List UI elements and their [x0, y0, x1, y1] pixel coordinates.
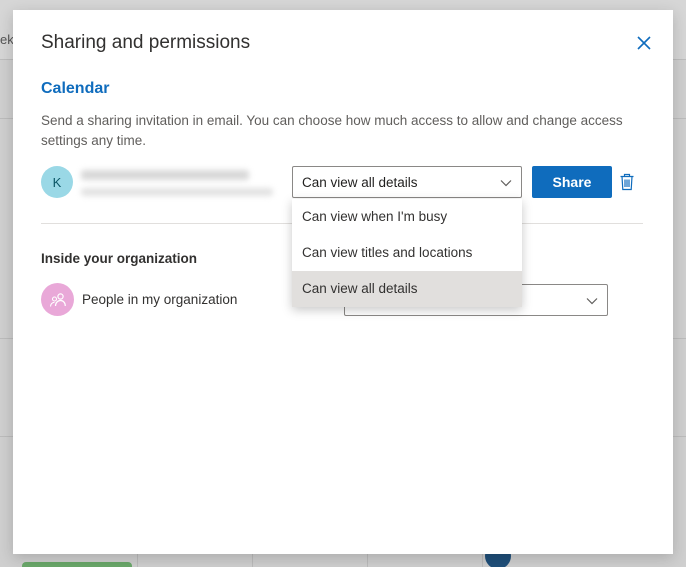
- permission-dropdown[interactable]: Can view all details: [292, 166, 522, 198]
- option-titles-and-locations[interactable]: Can view titles and locations: [292, 235, 522, 271]
- invitee-name-redacted: [81, 170, 249, 180]
- option-all-details[interactable]: Can view all details: [292, 271, 522, 307]
- chevron-down-icon: [500, 180, 512, 187]
- sharing-dialog: Sharing and permissions Calendar Send a …: [13, 10, 673, 554]
- sharing-description: Send a sharing invitation in email. You …: [41, 113, 623, 148]
- organization-heading: Inside your organization: [41, 251, 198, 266]
- chevron-down-icon: [586, 298, 598, 305]
- permission-dropdown-value: Can view all details: [302, 175, 418, 190]
- share-button[interactable]: Share: [532, 166, 612, 198]
- invitee-email-redacted: [81, 188, 273, 196]
- background-week-label: ek: [0, 32, 14, 47]
- calendar-heading: Calendar: [41, 80, 110, 97]
- invitee-avatar: K: [41, 166, 73, 198]
- people-icon: [41, 283, 74, 316]
- permission-options-menu: Can view when I'm busy Can view titles a…: [292, 199, 522, 307]
- avatar-initial: K: [52, 174, 62, 190]
- people-in-organization-label: People in my organization: [82, 292, 238, 307]
- background-event: [22, 562, 132, 567]
- close-icon[interactable]: [633, 32, 655, 54]
- dialog-title: Sharing and permissions: [41, 32, 251, 53]
- option-busy-only[interactable]: Can view when I'm busy: [292, 199, 522, 235]
- trash-icon[interactable]: [619, 173, 635, 191]
